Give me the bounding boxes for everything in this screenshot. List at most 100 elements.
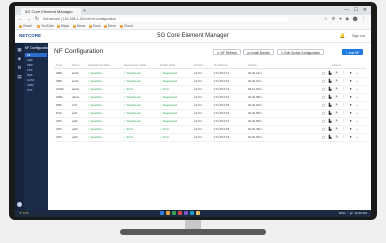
row-actions-icon[interactable]: ◻ ▙ ✎ ⋮ ● ⌄ [322,69,360,77]
close-icon[interactable]: ✕ [363,7,367,13]
cell-name: nrf1 [72,103,77,107]
extensions-icon[interactable]: ☆ ⚙ ● ◆ ⬤ ⋮ [324,16,367,22]
maximize-icon[interactable]: ☐ [354,7,358,13]
cell-health-state: Error [160,125,169,133]
column-header[interactable]: Uptime [248,62,257,68]
cell-health-state: Error [160,133,169,141]
edit-global-config-button[interactable]: ✎ Edit Global Configuration [277,49,324,55]
cell-operational-state: Enabled [88,93,102,101]
main-content: NF Configuration ⟳ NF Refresh ⊞ Install … [48,43,371,210]
bookmark-item[interactable]: Maps [57,23,69,29]
column-header[interactable]: Operational State [88,62,110,68]
table-row[interactable]: UPF upf3 Enabled Error Error v2.3.1 172.16.0.1… [54,133,366,142]
cell-uptime: 3d 4h 05m [248,111,262,115]
cell-version: v2.3.1 [194,87,202,91]
taskbar-app-icon[interactable] [184,211,188,215]
row-actions-icon[interactable]: ◻ ▙ ✎ ⋮ ● ⌄ [322,93,360,101]
taskbar-app-icon[interactable] [196,211,200,215]
bookmark-item[interactable]: YouTube [37,23,54,29]
row-actions-icon[interactable]: ◻ ▙ ✎ ⋮ ● ⌄ [322,125,360,133]
address-bar-row: ← → ↻ Not secure | 192.168.1.10/core/nf-… [15,15,371,23]
bookmark-item[interactable]: Cloud [120,23,133,29]
row-actions-icon[interactable]: ◻ ▙ ✎ ⋮ ● ⌄ [322,101,360,109]
cell-ip-address: 172.16.0.14 [214,95,230,99]
cell-ip-address: 172.16.0.12 [214,79,230,83]
sign-out-link[interactable]: Sign out [352,34,365,38]
sidebar-item-all[interactable]: All [25,53,47,57]
bookmark-item[interactable]: Drive [104,23,116,29]
column-header[interactable]: Version [194,62,203,68]
row-actions-icon[interactable]: ◻ ▙ ✎ ⋮ ● ⌄ [322,109,360,117]
taskbar-app-icon[interactable] [190,211,194,215]
minimize-icon[interactable]: — [344,7,349,13]
cell-deployment-state: Error [124,125,133,133]
add-nf-button[interactable]: + Add NF [342,49,364,55]
taskbar-app-icon[interactable] [172,211,176,215]
weather-widget[interactable]: ☀ 72°F [19,210,29,217]
row-actions-icon[interactable]: ◻ ▙ ✎ ⋮ ● ⌄ [322,117,360,125]
cell-deployment-state: Registered [124,93,141,101]
monitor-stand-base [120,229,266,235]
new-tab-button[interactable]: + [83,8,86,14]
column-header[interactable]: Actions [332,62,341,68]
refresh-button[interactable]: ⟳ NF Refresh [213,49,241,55]
sidebar-item-udm[interactable]: UDM [25,83,47,87]
taskbar-app-icon[interactable] [178,211,182,215]
sidebar-item-ausf[interactable]: AUSF [25,78,47,82]
column-header[interactable]: Type [56,62,62,68]
column-header[interactable]: Deployment State [124,62,146,68]
cell-uptime: 3d 4h 08m [248,95,262,99]
cell-name: udm1 [72,95,80,99]
system-tray[interactable]: ENG ⌃ 🔊 10:45 AM [339,210,367,217]
nav-buttons-icon[interactable]: ← → ↻ [18,16,40,22]
cell-ip-address: 172.16.0.19 [214,135,230,139]
cell-ip-address: 172.16.0.15 [214,103,230,107]
browser-tab[interactable]: 5G Core Element Manager [21,8,81,15]
cell-version: v2.3.1 [194,135,202,139]
browser-tab-bar: 5G Core Element Manager + — ☐ ✕ [15,6,371,15]
bookmark-item[interactable]: Gmail [19,23,32,29]
app-title: 5G Core Element Manager [157,33,229,39]
cell-operational-state: Enabled [88,85,102,93]
column-header[interactable]: Name [72,62,79,68]
install-bundle-button[interactable]: ⊞ Install Bundle [243,49,274,55]
sidebar-item-upf[interactable]: UPF [25,68,47,72]
cell-operational-state: Enabled [88,101,102,109]
taskbar-app-icon[interactable] [166,211,170,215]
cell-type: AUSF [56,87,64,91]
bell-icon[interactable]: 🔔 [340,33,346,38]
grid-icon[interactable]: ▦ [17,47,22,52]
user-avatar[interactable] [17,202,22,207]
row-actions-icon[interactable]: ◻ ▙ ✎ ⋮ ● ⌄ [322,85,360,93]
row-actions-icon[interactable]: ◻ ▙ ✎ ⋮ ● ⌄ [322,133,360,141]
cell-name: pcf1 [72,111,78,115]
settings-icon[interactable]: ⚙ [17,65,22,70]
cell-deployment-state: Registered [124,109,141,117]
cell-operational-state: Enabled [88,125,102,133]
row-actions-icon[interactable]: ◻ ▙ ✎ ⋮ ● ⌄ [322,77,360,85]
cell-ip-address: 172.16.0.13 [214,87,230,91]
cell-type: AMF [56,71,63,75]
bookmark-item[interactable]: News [73,23,85,29]
cell-uptime: 3d 3h 58m [248,119,262,123]
column-header[interactable]: Health State [160,62,175,68]
cell-health-state: Registered [160,101,177,109]
sidebar-item-smf[interactable]: SMF [25,63,47,67]
sidebar-header: NF Configuration [25,46,50,50]
sidebar-item-nrf[interactable]: NRF [25,73,47,77]
sidebar-item-pcf[interactable]: PCF [25,88,47,92]
cell-uptime: 3d 4h 10m [248,79,262,83]
cell-uptime: 0d 0h 30m [248,135,262,139]
cell-version: v2.3.1 [194,79,202,83]
cell-version: v2.3.1 [194,103,202,107]
column-header[interactable]: IP Address [214,62,227,68]
chart-icon[interactable]: ▤ [17,74,22,79]
bookmark-item[interactable]: Docs [89,23,101,29]
cell-health-state: Error [160,85,169,93]
taskbar-app-icon[interactable] [160,211,164,215]
network-icon[interactable]: ◈ [17,56,22,61]
sidebar-item-amf[interactable]: AMF [25,58,47,62]
url-input[interactable]: Not secure | 192.168.1.10/core/nf-config… [39,16,289,22]
cell-version: v2.3.1 [194,95,202,99]
cell-deployment-state: Error [124,85,133,93]
